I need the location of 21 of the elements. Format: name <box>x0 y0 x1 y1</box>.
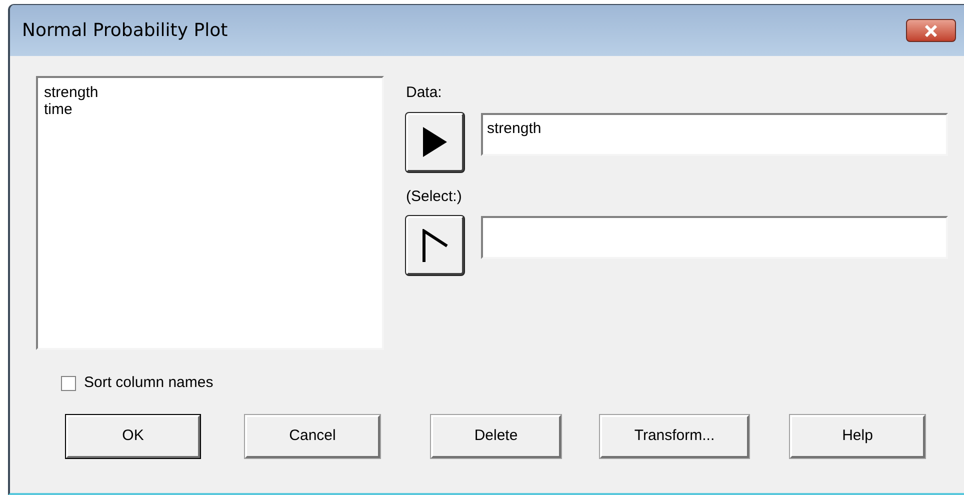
input-field[interactable] <box>481 216 948 259</box>
dialog-button[interactable]: Transform... <box>600 414 749 458</box>
checkbox[interactable] <box>61 376 76 391</box>
input-field[interactable]: strength <box>481 112 948 156</box>
window-title: Normal Probability Plot <box>22 19 228 43</box>
close-button[interactable] <box>906 19 956 42</box>
checkbox-label: Sort column names <box>84 373 214 393</box>
dialog-button[interactable]: Help <box>790 414 925 458</box>
column-listbox[interactable]: strength time <box>36 76 384 350</box>
dialog-button[interactable]: Cancel <box>245 414 380 458</box>
arrow-button[interactable] <box>406 216 464 275</box>
dialog-button[interactable]: OK <box>66 414 200 458</box>
play-icon <box>421 125 449 159</box>
dialog-button[interactable]: Delete <box>431 414 561 458</box>
field-label: (Select:) <box>406 186 463 206</box>
list-item[interactable]: time <box>44 101 72 118</box>
field-label: Data: <box>406 83 443 103</box>
flag-icon <box>421 228 449 262</box>
arrow-button[interactable] <box>406 112 464 172</box>
list-item[interactable]: strength <box>44 84 98 101</box>
close-icon <box>924 24 938 36</box>
